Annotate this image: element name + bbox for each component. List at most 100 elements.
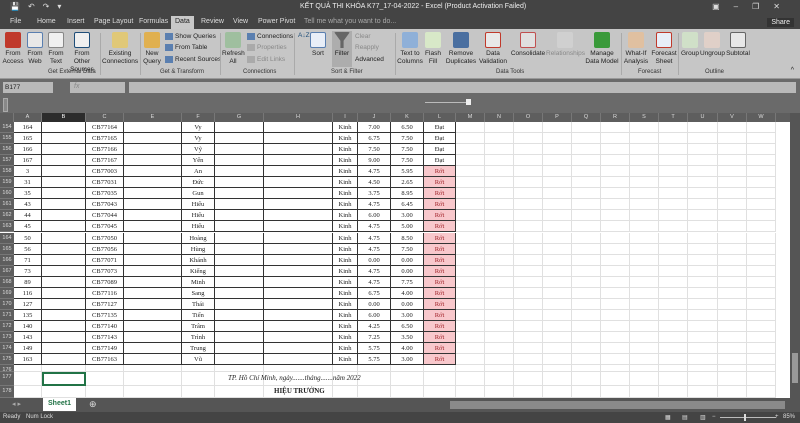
worksheet-grid[interactable]: 154 164 CB77164 Vy Kinh 7.00 6.50 Đạt 155 165 CB77…	[0, 122, 790, 398]
cell-b155[interactable]	[42, 133, 86, 145]
cell-o164[interactable]	[514, 232, 543, 244]
column-header-w[interactable]: W	[747, 113, 776, 122]
cell-m162[interactable]	[456, 210, 485, 222]
cell-r165[interactable]	[601, 243, 630, 255]
cell-i155[interactable]: Kinh	[333, 133, 358, 145]
column-header-e[interactable]: E	[124, 113, 182, 122]
cell-a155[interactable]: 165	[14, 133, 42, 145]
cell[interactable]	[215, 386, 264, 398]
cell[interactable]	[514, 365, 543, 373]
reapply-button[interactable]: Reapply	[355, 44, 379, 51]
cell-r160[interactable]	[601, 188, 630, 200]
cell-g168[interactable]	[215, 276, 264, 288]
cell-g155[interactable]	[215, 133, 264, 145]
cell-m156[interactable]	[456, 144, 485, 156]
cell-i168[interactable]: Kinh	[333, 276, 358, 288]
cell-o170[interactable]	[514, 298, 543, 310]
column-header-k[interactable]: K	[391, 113, 424, 122]
cell-g160[interactable]	[215, 188, 264, 200]
cell[interactable]	[333, 365, 358, 373]
group-button[interactable]: Group	[680, 32, 700, 58]
cell-o166[interactable]	[514, 254, 543, 266]
column-header-r[interactable]: R	[601, 113, 630, 122]
cell[interactable]	[215, 365, 264, 373]
cell[interactable]	[572, 372, 601, 387]
cell-j159[interactable]: 4.50	[358, 177, 391, 189]
cell-c175[interactable]: CB77163	[86, 354, 124, 366]
cell[interactable]	[543, 386, 572, 398]
cell-j166[interactable]: 0.00	[358, 254, 391, 266]
horizontal-scrollbar[interactable]	[450, 401, 785, 409]
cell-m173[interactable]	[456, 331, 485, 343]
cell-t156[interactable]	[659, 144, 688, 156]
clear-button[interactable]: Clear	[355, 33, 371, 40]
cell-g174[interactable]	[215, 343, 264, 355]
cell-g163[interactable]	[215, 221, 264, 233]
cell-q156[interactable]	[572, 144, 601, 156]
cell-e173[interactable]	[124, 331, 182, 343]
cell-b173[interactable]	[42, 331, 86, 343]
row-header[interactable]: 161	[0, 199, 14, 211]
cell-e175[interactable]	[124, 354, 182, 366]
cell-c160[interactable]: CB77035	[86, 188, 124, 200]
zoom-slider[interactable]	[720, 414, 776, 421]
cell-v154[interactable]	[718, 122, 747, 134]
cell-l168[interactable]: Rớt	[424, 276, 456, 288]
column-header-m[interactable]: M	[456, 113, 485, 122]
tab-file[interactable]: File	[10, 18, 21, 25]
cell-v167[interactable]	[718, 265, 747, 277]
cell-k157[interactable]: 7.50	[391, 155, 424, 167]
row-header[interactable]: 168	[0, 276, 14, 288]
cell-i157[interactable]: Kinh	[333, 155, 358, 167]
cell-k164[interactable]: 8.50	[391, 232, 424, 244]
cell-c168[interactable]: CB77089	[86, 276, 124, 288]
cell-h162[interactable]	[264, 210, 333, 222]
vertical-scrollbar[interactable]	[790, 113, 800, 398]
outline-collapse-button[interactable]	[466, 99, 471, 105]
add-sheet-icon[interactable]: ⊕	[89, 399, 97, 410]
cell-v157[interactable]	[718, 155, 747, 167]
cell-o157[interactable]	[514, 155, 543, 167]
cell-h167[interactable]	[264, 265, 333, 277]
insert-function-button[interactable]: fx	[70, 82, 125, 93]
cell-h174[interactable]	[264, 343, 333, 355]
cell-u166[interactable]	[688, 254, 718, 266]
cell-b174[interactable]	[42, 343, 86, 355]
cell-h157[interactable]	[264, 155, 333, 167]
cell-w161[interactable]	[747, 199, 776, 211]
cell-c172[interactable]: CB77140	[86, 320, 124, 332]
cell-n167[interactable]	[485, 265, 514, 277]
cell-n171[interactable]	[485, 309, 514, 321]
cell-o160[interactable]	[514, 188, 543, 200]
cell-j154[interactable]: 7.00	[358, 122, 391, 134]
cell-u169[interactable]	[688, 287, 718, 299]
cell-w159[interactable]	[747, 177, 776, 189]
column-header-q[interactable]: Q	[572, 113, 601, 122]
sheet-tab-sheet1[interactable]: Sheet1	[43, 398, 76, 411]
cell-m165[interactable]	[456, 243, 485, 255]
new-query-button[interactable]: New Query	[142, 32, 162, 66]
cell-f172[interactable]: Trâm	[182, 320, 215, 332]
cell-a166[interactable]: 71	[14, 254, 42, 266]
cell-t157[interactable]	[659, 155, 688, 167]
cell-p171[interactable]	[543, 309, 572, 321]
cell-g165[interactable]	[215, 243, 264, 255]
zoom-out-button[interactable]: −	[712, 414, 716, 420]
cell-c155[interactable]: CB77165	[86, 133, 124, 145]
cell-o162[interactable]	[514, 210, 543, 222]
cell-h166[interactable]	[264, 254, 333, 266]
cell-c154[interactable]: CB77164	[86, 122, 124, 134]
cell-g175[interactable]	[215, 354, 264, 366]
cell-m166[interactable]	[456, 254, 485, 266]
cell-m170[interactable]	[456, 298, 485, 310]
selected-cell-b177[interactable]	[42, 372, 86, 386]
cell-s169[interactable]	[630, 287, 659, 299]
cell-g171[interactable]	[215, 309, 264, 321]
cell-i169[interactable]: Kinh	[333, 287, 358, 299]
cell-h161[interactable]	[264, 199, 333, 211]
cell-q160[interactable]	[572, 188, 601, 200]
cell-c157[interactable]: CB77167	[86, 155, 124, 167]
cell-c173[interactable]: CB77143	[86, 331, 124, 343]
cell-l170[interactable]: Rớt	[424, 298, 456, 310]
cell-h169[interactable]	[264, 287, 333, 299]
